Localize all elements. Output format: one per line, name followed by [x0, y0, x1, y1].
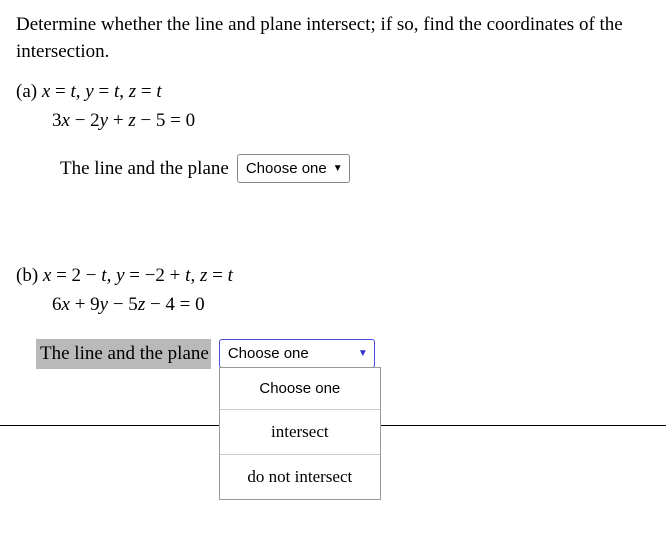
- part-a-plane-eq: 3x − 2y + z − 5 = 0: [52, 108, 650, 135]
- question-prompt: Determine whether the line and plane int…: [16, 12, 650, 65]
- part-b-select-value: Choose one: [228, 343, 309, 364]
- part-b-line-eq: (b) x = 2 − t, y = −2 + t, z = t: [16, 263, 650, 290]
- part-b-select[interactable]: Choose one ▼: [219, 339, 375, 368]
- chevron-down-icon: ▼: [333, 162, 343, 176]
- part-a-answer-prefix: The line and the plane: [60, 156, 229, 183]
- part-b-label: (b): [16, 265, 38, 286]
- part-a-line-eq: (a) x = t, y = t, z = t: [16, 79, 650, 106]
- part-b: (b) x = 2 − t, y = −2 + t, z = t 6x + 9y…: [16, 263, 650, 369]
- dropdown-option-do-not-intersect[interactable]: do not intersect: [220, 455, 380, 499]
- dropdown-option-intersect[interactable]: intersect: [220, 410, 380, 455]
- part-a-answer-line: The line and the plane Choose one ▼: [60, 154, 650, 183]
- part-a-label: (a): [16, 81, 37, 102]
- part-b-plane-eq: 6x + 9y − 5z − 4 = 0: [52, 292, 650, 319]
- part-b-answer-line: The line and the plane Choose one ▼ Choo…: [36, 339, 650, 370]
- dropdown-option-placeholder[interactable]: Choose one: [220, 368, 380, 410]
- part-b-answer-prefix: The line and the plane: [36, 339, 211, 370]
- chevron-down-icon: ▼: [358, 347, 368, 361]
- part-a-select-value: Choose one: [246, 158, 327, 179]
- part-b-dropdown-menu: Choose one intersect do not intersect: [219, 367, 381, 500]
- part-a-select[interactable]: Choose one ▼: [237, 154, 350, 183]
- part-a: (a) x = t, y = t, z = t 3x − 2y + z − 5 …: [16, 79, 650, 183]
